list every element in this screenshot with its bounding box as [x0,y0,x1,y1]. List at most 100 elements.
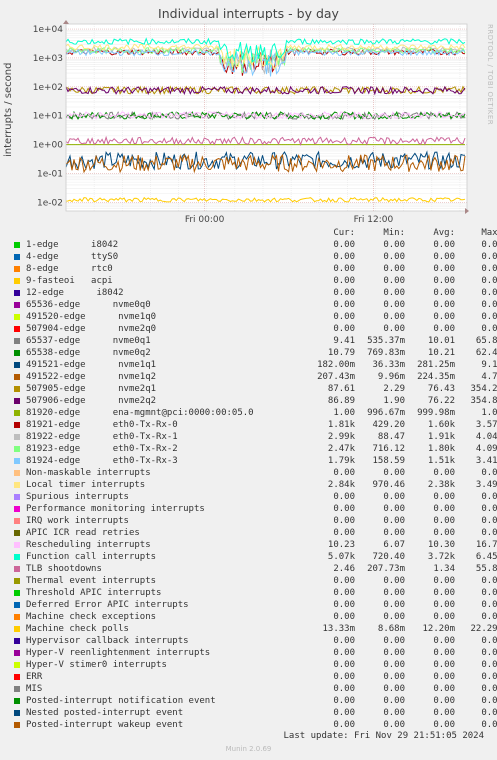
legend-value-max: 0.00 [481,528,497,538]
legend-row: MIS0.000.000.000.00 [0,684,497,696]
legend-value-max: 0.00 [481,708,497,718]
legend-swatch [14,698,20,704]
legend-row: 65538-edge nvme0q210.79769.83m10.2162.42 [0,348,497,360]
legend-row: 81924-edge eth0-Tx-Rx-3 1.79k 158.59 1.51k 3… [0,456,497,468]
legend-row: Threshold APIC interrupts 0.00 0.00 0.00 0.0… [0,588,497,600]
y-tick-label: 1e+02 [33,83,63,93]
legend-label: Function call interrupts [26,552,157,562]
legend-value-max: 0.00 [481,492,497,502]
legend-swatch [14,266,20,272]
column-max: Max: [481,228,497,238]
legend-value-max: 0.00 [481,660,497,670]
legend-row: 507905-edge nvme2q187.612.2976.43354.20 [0,384,497,396]
legend-value-max: 0.00 [481,720,497,730]
legend-swatch [14,590,20,596]
legend-value-max: 9.15 [481,360,497,370]
legend-swatch [14,614,20,620]
legend-value-max: 0.00 [481,612,497,622]
legend-row: 491521-edge nvme1q1 182.00m 36.33m 281.25m 9… [0,360,497,372]
legend-label: 12-edge i8042 [26,288,124,298]
legend-swatch [14,530,20,536]
legend-row: Machine check exceptions0.000.000.000.00 [0,612,497,624]
legend-row: 1-edge i80420.000.000.000.00 [0,240,497,252]
legend-label: Hypervisor callback interrupts [26,636,189,646]
legend-label: Nested posted-interrupt event [26,708,184,718]
legend-value-max: 1.00 [481,408,497,418]
legend-value-max: 6.45k [475,552,497,562]
legend-row: IRQ work interrupts0.000.000.000.00 [0,516,497,528]
legend-swatch [14,518,20,524]
legend-value-max: 0.00 [481,696,497,706]
legend-label: Hyper-V reenlightenment interrupts [26,648,211,658]
legend-label: 491521-edge nvme1q1 [26,360,157,370]
legend-value-max: 0.00 [481,636,497,646]
legend-swatch [14,422,20,428]
legend-row: Rescheduling interrupts 10.23 6.07 10.30 16.… [0,540,497,552]
legend-value-max: 4.09k [475,444,497,454]
munin-version: Munin 2.0.69 [225,745,272,753]
y-tick-label: 1e+04 [33,25,64,35]
legend-row: Hyper-V stimer0 interrupts 0.00 0.00 0.00 0.… [0,660,497,672]
x-tick-label: Fri 00:00 [185,215,225,225]
legend-value-max: 354.20 [470,384,497,394]
legend-label: Machine check exceptions [26,612,157,622]
legend-swatch [14,326,20,332]
legend-label: Non-maskable interrupts [26,468,151,478]
legend-value-max: 16.77 [475,540,497,550]
legend-swatch [14,506,20,512]
legend-row: ERR0.000.000.000.00 [0,672,497,684]
legend-label: MIS [26,684,43,694]
legend-swatch [14,602,20,608]
y-tick-label: 1e+03 [33,54,63,64]
legend-value-max: 22.29m [470,624,497,634]
legend-swatch [14,386,20,392]
legend-label: 507906-edge nvme2q2 [26,396,157,406]
legend-row: 81922-edge eth0-Tx-Rx-1 2.99k 88.47 1.91k 4.… [0,432,497,444]
legend-row: 81920-edge ena-mgmnt@pci:0000:00:05.0 1.0… [0,408,497,420]
legend-row: Spurious interrupts0.000.000.000.00 [0,492,497,504]
legend-label: 81920-edge ena-mgmnt@pci:0000:00:05.0 [26,408,254,418]
legend-label: 81924-edge eth0-Tx-Rx-3 [26,456,178,466]
legend-row: 12-edge i80420.000.000.000.00 [0,288,497,300]
y-tick-label: 1e-01 [37,169,63,179]
legend-row: 81921-edge eth0-Tx-Rx-0 1.81k 429.20 1.60k 3… [0,420,497,432]
legend-row: 4-edge ttyS00.000.000.000.00 [0,252,497,264]
legend-value-max: 0.00 [481,264,497,274]
legend-swatch [14,458,20,464]
legend-row: 65537-edge nvme0q19.41535.37m10.0165.83 [0,336,497,348]
legend-label: 491522-edge nvme1q2 [26,372,157,382]
legend-value-max: 0.00 [481,276,497,286]
legend-row: Thermal event interrupts0.000.000.000.00 [0,576,497,588]
legend-swatch [14,398,20,404]
legend-row: APIC ICR read retries0.000.000.000.00 [0,528,497,540]
legend-row: Local timer interrupts 2.84k 970.46 2.38k 3.… [0,480,497,492]
legend-swatch [14,410,20,416]
y-tick-label: 1e+00 [33,141,64,151]
legend-label: Thermal event interrupts [26,576,157,586]
last-update: Last update: Fri Nov 29 21:51:05 2024 [283,731,484,741]
legend-swatch [14,362,20,368]
legend-swatch [14,686,20,692]
legend-label: TLB shootdowns [26,564,102,574]
legend-row: 9-fasteoi acpi0.000.000.000.00 [0,276,497,288]
legend-row: 81923-edge eth0-Tx-Rx-2 2.47k 716.12 1.80k 4… [0,444,497,456]
chart-svg: 1e-02 1e-01 1e+00 1e+01 1e+02 1e+03 1e+04 Fri 0… [33,20,469,225]
legend-swatch [14,350,20,356]
x-tick-label: Fri 12:00 [354,215,394,225]
legend-label: 65538-edge nvme0q2 [26,348,151,358]
legend-value-max: 3.49k [475,480,497,490]
legend-value-max: 0.00 [481,684,497,694]
legend-swatch [14,662,20,668]
y-axis-arrow [63,20,69,24]
legend-swatch [14,254,20,260]
legend-swatch [14,302,20,308]
legend-label: 507904-edge nvme2q0 [26,324,157,334]
legend-value-max: 0.00 [481,648,497,658]
legend-row: 507904-edge nvme2q00.000.000.000.00 [0,324,497,336]
legend-label: 491520-edge nvme1q0 [26,312,157,322]
legend-value-max: 4.71 [481,372,497,382]
legend-value-max: 0.00 [481,312,497,322]
legend-row: Non-maskable interrupts0.000.000.000.00 [0,468,497,480]
legend-label: Hyper-V stimer0 interrupts [26,660,167,670]
legend-value-max: 0.00 [481,600,497,610]
